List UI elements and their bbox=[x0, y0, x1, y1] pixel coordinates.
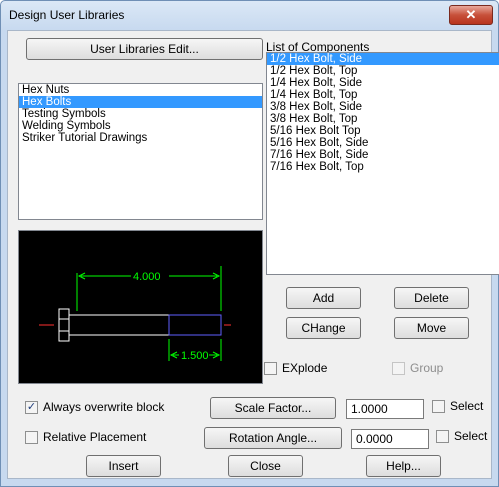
relative-placement-label: Relative Placement bbox=[43, 430, 147, 444]
dim-thread-label: 1.500 bbox=[181, 350, 209, 362]
always-overwrite-label: Always overwrite block bbox=[43, 400, 165, 414]
bolt-head-rect bbox=[58, 308, 70, 342]
bolt-thread-rect bbox=[168, 314, 222, 336]
group-checkbox[interactable] bbox=[392, 362, 405, 375]
list-item[interactable]: Welding Symbols bbox=[19, 120, 262, 132]
add-button[interactable]: Add bbox=[286, 287, 361, 309]
title-bar[interactable]: Design User Libraries ✕ bbox=[1, 1, 498, 29]
insert-button[interactable]: Insert bbox=[86, 455, 161, 477]
list-item[interactable]: 1/4 Hex Bolt, Top bbox=[267, 89, 499, 101]
move-button[interactable]: Move bbox=[394, 317, 469, 339]
list-item[interactable]: 5/16 Hex Bolt Top bbox=[267, 125, 499, 137]
list-item[interactable]: Hex Nuts bbox=[19, 84, 262, 96]
change-button[interactable]: CHange bbox=[286, 317, 361, 339]
list-item[interactable]: 3/8 Hex Bolt, Side bbox=[267, 101, 499, 113]
dim-length-label: 4.000 bbox=[133, 271, 161, 283]
list-item[interactable]: 7/16 Hex Bolt, Top bbox=[267, 161, 499, 173]
scale-select-checkbox[interactable] bbox=[432, 400, 445, 413]
scale-factor-field[interactable]: 1.0000 bbox=[346, 399, 424, 419]
components-list: 1/2 Hex Bolt, Side 1/2 Hex Bolt, Top 1/4 H… bbox=[267, 53, 499, 173]
list-item[interactable]: 5/16 Hex Bolt, Side bbox=[267, 137, 499, 149]
rotation-select-label: Select bbox=[454, 429, 488, 443]
close-icon: ✕ bbox=[465, 7, 477, 22]
explode-label: EXplode bbox=[282, 361, 328, 375]
scale-select-label: Select bbox=[450, 399, 484, 413]
list-item[interactable]: 3/8 Hex Bolt, Top bbox=[267, 113, 499, 125]
bolt-preview-drawing: 4.000 1.500 bbox=[39, 266, 231, 362]
list-item[interactable]: 1/2 Hex Bolt, Side bbox=[267, 53, 499, 65]
help-button[interactable]: Help... bbox=[366, 455, 441, 477]
rotation-angle-field[interactable]: 0.0000 bbox=[351, 429, 429, 449]
user-libraries-edit-button[interactable]: User Libraries Edit... bbox=[26, 38, 263, 60]
list-item[interactable]: 1/4 Hex Bolt, Side bbox=[267, 77, 499, 89]
window-title: Design User Libraries bbox=[9, 8, 125, 22]
block-preview: 4.000 1.500 bbox=[18, 230, 263, 384]
scale-factor-button[interactable]: Scale Factor... bbox=[210, 397, 336, 419]
always-overwrite-checkbox[interactable]: ✓ bbox=[25, 401, 38, 414]
list-item[interactable]: 7/16 Hex Bolt, Side bbox=[267, 149, 499, 161]
explode-checkbox[interactable] bbox=[264, 362, 277, 375]
rotation-angle-button[interactable]: Rotation Angle... bbox=[204, 427, 342, 449]
dialog-client-area: User Libraries Edit... List of Component… bbox=[7, 30, 499, 479]
list-item[interactable]: 1/2 Hex Bolt, Top bbox=[267, 65, 499, 77]
list-item[interactable]: Striker Tutorial Drawings bbox=[19, 132, 262, 144]
checkmark-icon: ✓ bbox=[26, 401, 37, 413]
delete-button[interactable]: Delete bbox=[394, 287, 469, 309]
rotation-select-checkbox[interactable] bbox=[436, 430, 449, 443]
libraries-list: Hex Nuts Hex Bolts Testing Symbols Welding … bbox=[19, 84, 262, 144]
relative-placement-checkbox[interactable] bbox=[25, 431, 38, 444]
list-item[interactable]: Hex Bolts bbox=[19, 96, 262, 108]
close-button[interactable]: Close bbox=[228, 455, 303, 477]
group-label: Group bbox=[410, 361, 444, 375]
close-window-button[interactable]: ✕ bbox=[449, 5, 493, 25]
components-listbox[interactable]: 1/2 Hex Bolt, Side 1/2 Hex Bolt, Top 1/4 H… bbox=[266, 52, 499, 275]
libraries-listbox[interactable]: Hex Nuts Hex Bolts Testing Symbols Welding … bbox=[18, 83, 263, 220]
list-item[interactable]: Testing Symbols bbox=[19, 108, 262, 120]
